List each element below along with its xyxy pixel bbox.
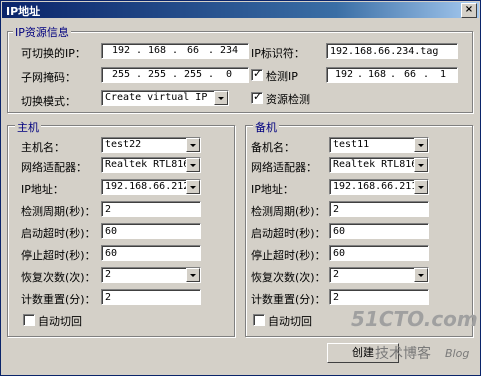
dropdown-arrow-icon[interactable] (414, 158, 428, 172)
backup-adapter-label: 网络适配器： (251, 161, 317, 174)
primary-restore-select[interactable]: 2 (101, 267, 201, 283)
switch-ip-octet-3: 66 (186, 45, 200, 56)
dropdown-arrow-icon[interactable] (414, 268, 428, 282)
primary-period-input[interactable]: 2 (101, 201, 201, 217)
backup-host-value: test11 (333, 139, 370, 150)
backup-stop-label: 停止超时(秒)： (251, 249, 326, 262)
switch-ip-octet-1: 192 (111, 45, 131, 56)
primary-reset-label: 计数重置(分)： (21, 293, 96, 306)
detect-ip-field[interactable]: 192 . 168 . 66 . 1 (326, 67, 458, 83)
close-button[interactable]: × (461, 3, 477, 18)
backup-ip-label: IP地址： (251, 183, 294, 196)
primary-adapter-label: 网络适配器： (21, 161, 87, 174)
title-bar[interactable]: IP地址 × (2, 2, 479, 18)
ip-tag-label: IP标识符： (251, 47, 305, 60)
switch-ip-octet-2: 168 (147, 45, 167, 56)
primary-adapter-value: Realtek RTL8169 (105, 159, 196, 170)
backup-stop-input[interactable]: 60 (329, 245, 429, 261)
primary-start-label: 启动超时(秒)： (21, 227, 96, 240)
backup-restore-label: 恢复次数(次)： (251, 271, 326, 284)
dialog-window: IP地址 × IP资源信息 可切换的IP： 192 . 168 . 66 . 2… (0, 0, 481, 376)
dropdown-arrow-icon[interactable] (186, 138, 200, 152)
backup-ip-select[interactable]: 192.168.66.211 (329, 179, 429, 195)
primary-ip-label: IP地址： (21, 183, 64, 196)
subnet-octet-1: 255 (111, 69, 131, 80)
primary-host-select[interactable]: test22 (101, 137, 201, 153)
dropdown-arrow-icon[interactable] (186, 180, 200, 194)
ip-resource-group-title: IP资源信息 (13, 24, 71, 40)
window-title: IP地址 (6, 5, 41, 18)
dropdown-arrow-icon[interactable] (414, 180, 428, 194)
primary-period-label: 检测周期(秒)： (21, 205, 96, 218)
primary-stop-input[interactable]: 60 (101, 245, 201, 261)
resource-detect-label: 资源检测 (266, 93, 310, 106)
watermark-logo: 51CTO.com (351, 307, 478, 331)
subnet-octet-2: 255 (147, 69, 167, 80)
primary-reset-input[interactable]: 2 (101, 289, 201, 305)
primary-auto-checkbox[interactable] (23, 314, 35, 326)
detect-ip-octet-3: 66 (403, 69, 417, 80)
mode-value: Create virtual IP (105, 92, 208, 103)
primary-host-value: test22 (105, 139, 142, 150)
watermark-subtitle: 技术博客 (375, 346, 431, 362)
primary-host-label: 主机名： (21, 141, 65, 154)
primary-group-title: 主机 (15, 119, 41, 135)
subnet-label: 子网掩码： (21, 71, 76, 84)
backup-start-input[interactable]: 60 (329, 223, 429, 239)
detect-ip-checkbox[interactable] (251, 67, 263, 81)
backup-host-label: 备机名： (251, 141, 295, 154)
backup-restore-value: 2 (333, 269, 340, 280)
switch-ip-octet-4: 234 (219, 45, 239, 56)
detect-ip-octet-2: 168 (367, 69, 387, 80)
resource-detect-checkbox[interactable] (251, 90, 263, 104)
backup-restore-select[interactable]: 2 (329, 267, 429, 283)
backup-auto-checkbox[interactable] (253, 314, 265, 326)
primary-restore-label: 恢复次数(次)： (21, 271, 96, 284)
detect-ip-octet-1: 192 (334, 69, 354, 80)
mode-select[interactable]: Create virtual IP (101, 90, 229, 106)
subnet-octet-4: 0 (225, 69, 233, 80)
primary-stop-label: 停止超时(秒)： (21, 249, 96, 262)
backup-ip-value: 192.168.66.211 (333, 181, 418, 192)
dropdown-arrow-icon[interactable] (186, 158, 200, 172)
backup-adapter-select[interactable]: Realtek RTL8169 (329, 157, 429, 173)
primary-ip-value: 192.168.66.212 (105, 181, 190, 192)
primary-ip-select[interactable]: 192.168.66.212 (101, 179, 201, 195)
primary-start-input[interactable]: 60 (101, 223, 201, 239)
backup-reset-input[interactable]: 2 (329, 289, 429, 305)
switch-ip-label: 可切换的IP： (21, 47, 86, 60)
backup-start-label: 启动超时(秒)： (251, 227, 326, 240)
detect-ip-label: 检测IP (266, 70, 298, 83)
switch-ip-field[interactable]: 192 . 168 . 66 . 234 (101, 43, 249, 59)
dropdown-arrow-icon[interactable] (414, 138, 428, 152)
primary-adapter-select[interactable]: Realtek RTL8169 (101, 157, 201, 173)
backup-adapter-value: Realtek RTL8169 (333, 159, 424, 170)
primary-restore-value: 2 (105, 269, 112, 280)
backup-period-input[interactable]: 2 (329, 201, 429, 217)
backup-reset-label: 计数重置(分)： (251, 293, 326, 306)
backup-period-label: 检测周期(秒)： (251, 205, 326, 218)
backup-group-title: 备机 (253, 119, 279, 135)
detect-ip-octet-4: 1 (439, 69, 447, 80)
backup-auto-label: 自动切回 (268, 315, 312, 328)
subnet-field[interactable]: 255 . 255 . 255 . 0 (101, 67, 249, 83)
watermark-blog: Blog (445, 347, 470, 360)
mode-label: 切换模式： (21, 95, 76, 108)
primary-auto-label: 自动切回 (38, 315, 82, 328)
dropdown-arrow-icon[interactable] (186, 268, 200, 282)
subnet-octet-3: 255 (183, 69, 203, 80)
ip-tag-input[interactable]: 192.168.66.234.tag (326, 43, 458, 59)
dropdown-arrow-icon[interactable] (214, 91, 228, 105)
backup-host-select[interactable]: test11 (329, 137, 429, 153)
